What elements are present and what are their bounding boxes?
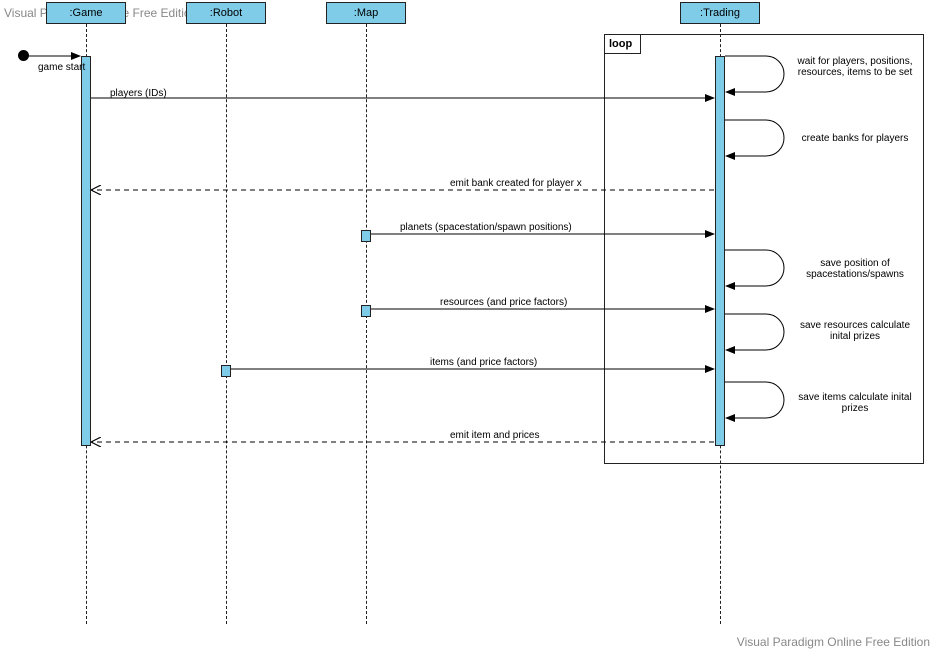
start-dot bbox=[18, 50, 29, 61]
label-planets: planets (spacestation/spawn positions) bbox=[400, 222, 572, 233]
activation-trading bbox=[715, 56, 725, 446]
label-emit-bank: emit bank created for player x bbox=[450, 178, 582, 189]
lifeline-trading: :Trading bbox=[680, 2, 760, 24]
activation-map-resources bbox=[361, 305, 371, 317]
lifeline-game: :Game bbox=[46, 2, 126, 24]
lifeline-dash-map bbox=[366, 24, 367, 624]
label-wait: wait for players, positions, resources, … bbox=[790, 56, 920, 78]
label-save-items: save items calculate inital prizes bbox=[790, 392, 920, 414]
activation-robot-items bbox=[221, 365, 231, 377]
watermark-bottom: Visual Paradigm Online Free Edition bbox=[737, 635, 930, 649]
label-save-res: save resources calculate inital prizes bbox=[790, 320, 920, 342]
lifeline-map: :Map bbox=[326, 2, 406, 24]
lifeline-dash-robot bbox=[226, 24, 227, 624]
label-resources: resources (and price factors) bbox=[440, 297, 567, 308]
label-game-start: game start bbox=[38, 62, 85, 73]
activation-game bbox=[81, 56, 91, 446]
activation-map-planets bbox=[361, 230, 371, 242]
lifeline-robot: :Robot bbox=[186, 2, 266, 24]
label-create-banks: create banks for players bbox=[790, 133, 920, 144]
label-items: items (and price factors) bbox=[430, 357, 537, 368]
loop-frame-label: loop bbox=[605, 35, 641, 54]
label-players: players (IDs) bbox=[110, 88, 167, 99]
label-save-pos: save position of spacestations/spawns bbox=[790, 258, 920, 280]
label-emit-items: emit item and prices bbox=[450, 430, 539, 441]
